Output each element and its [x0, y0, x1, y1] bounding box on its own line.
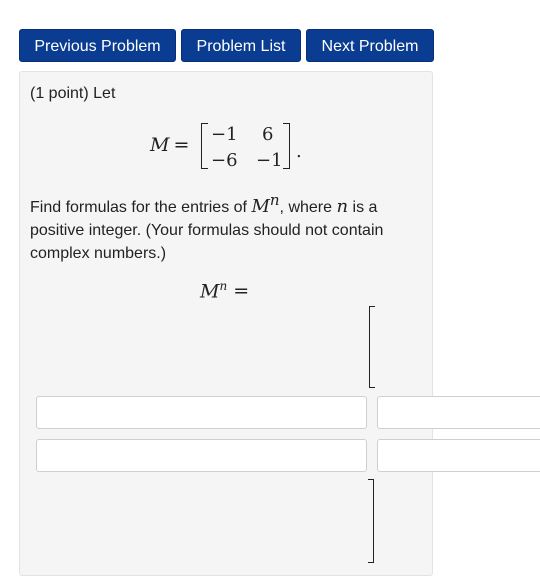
matrix-name: M	[150, 134, 170, 156]
matrix-right-bracket	[283, 123, 290, 169]
previous-problem-button[interactable]: Previous Problem	[19, 29, 176, 62]
problem-list-button[interactable]: Problem List	[181, 29, 301, 62]
matrix-cell-1-2: 6	[262, 124, 274, 145]
answer-entry-2-2[interactable]	[377, 439, 540, 472]
next-problem-button[interactable]: Next Problem	[306, 29, 434, 62]
answer-entry-1-1[interactable]	[36, 396, 367, 429]
answer-lhs: Mn =	[200, 279, 250, 303]
matrix-left-bracket	[201, 123, 208, 169]
matrix-cell-2-1: −6	[211, 150, 238, 171]
math-n: n	[336, 196, 349, 217]
matrix-cell-1-1: −1	[211, 124, 238, 145]
math-M-power-n: Mn	[251, 191, 280, 217]
answer-entry-2-1[interactable]	[36, 439, 367, 472]
answer-matrix-right-bracket	[368, 479, 374, 563]
problem-instructions: Find formulas for the entries of Mn, whe…	[30, 191, 384, 262]
equals-sign: =	[173, 134, 190, 156]
answer-matrix-left-bracket	[369, 306, 375, 388]
problem-intro: (1 point) Let	[30, 85, 116, 102]
matrix-definition-lhs: M =	[150, 134, 189, 156]
matrix-cell-2-2: −1	[256, 150, 283, 171]
matrix-period: .	[296, 141, 302, 162]
answer-entry-1-2[interactable]	[377, 396, 540, 429]
